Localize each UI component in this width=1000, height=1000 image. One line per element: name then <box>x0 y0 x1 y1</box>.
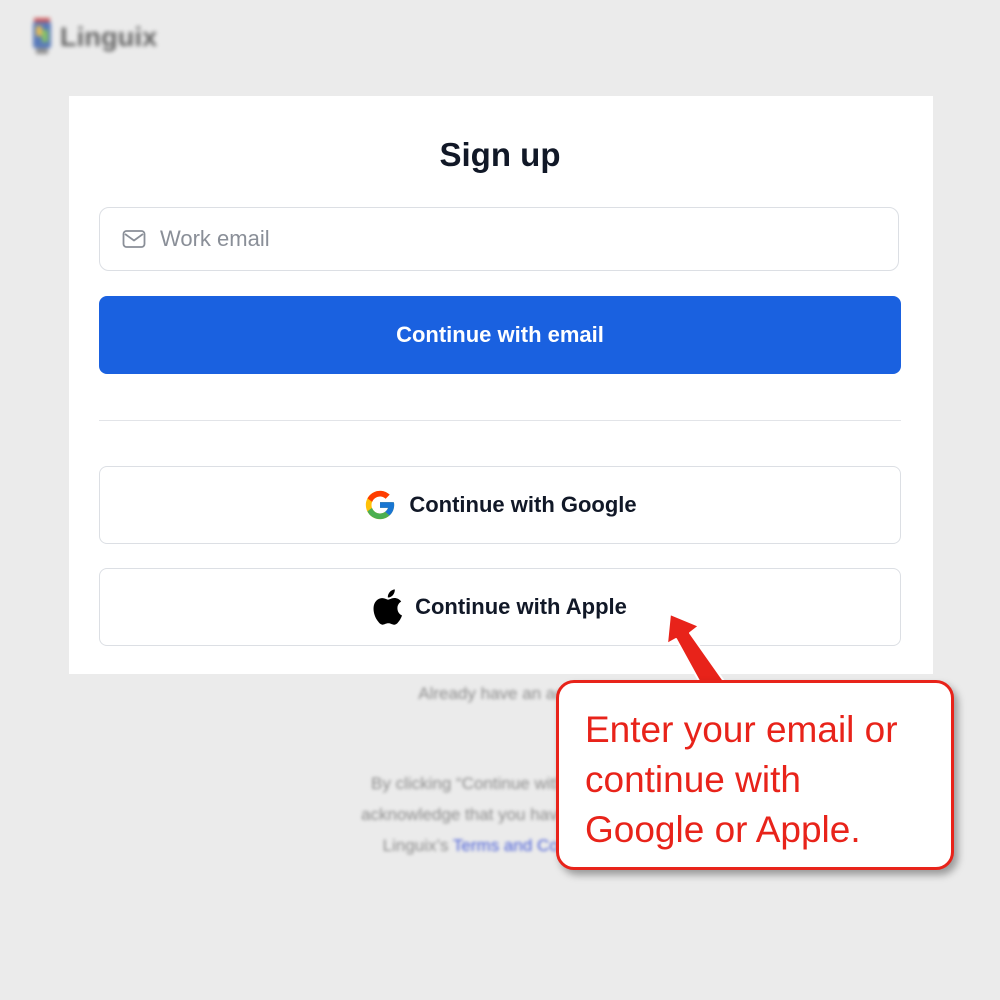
callout-line-1: Enter your email or <box>585 709 898 750</box>
instruction-callout: Enter your email or continue with Google… <box>556 680 954 870</box>
callout-line-2: continue with <box>585 759 801 800</box>
callout-line-3: Google or Apple. <box>585 809 861 850</box>
